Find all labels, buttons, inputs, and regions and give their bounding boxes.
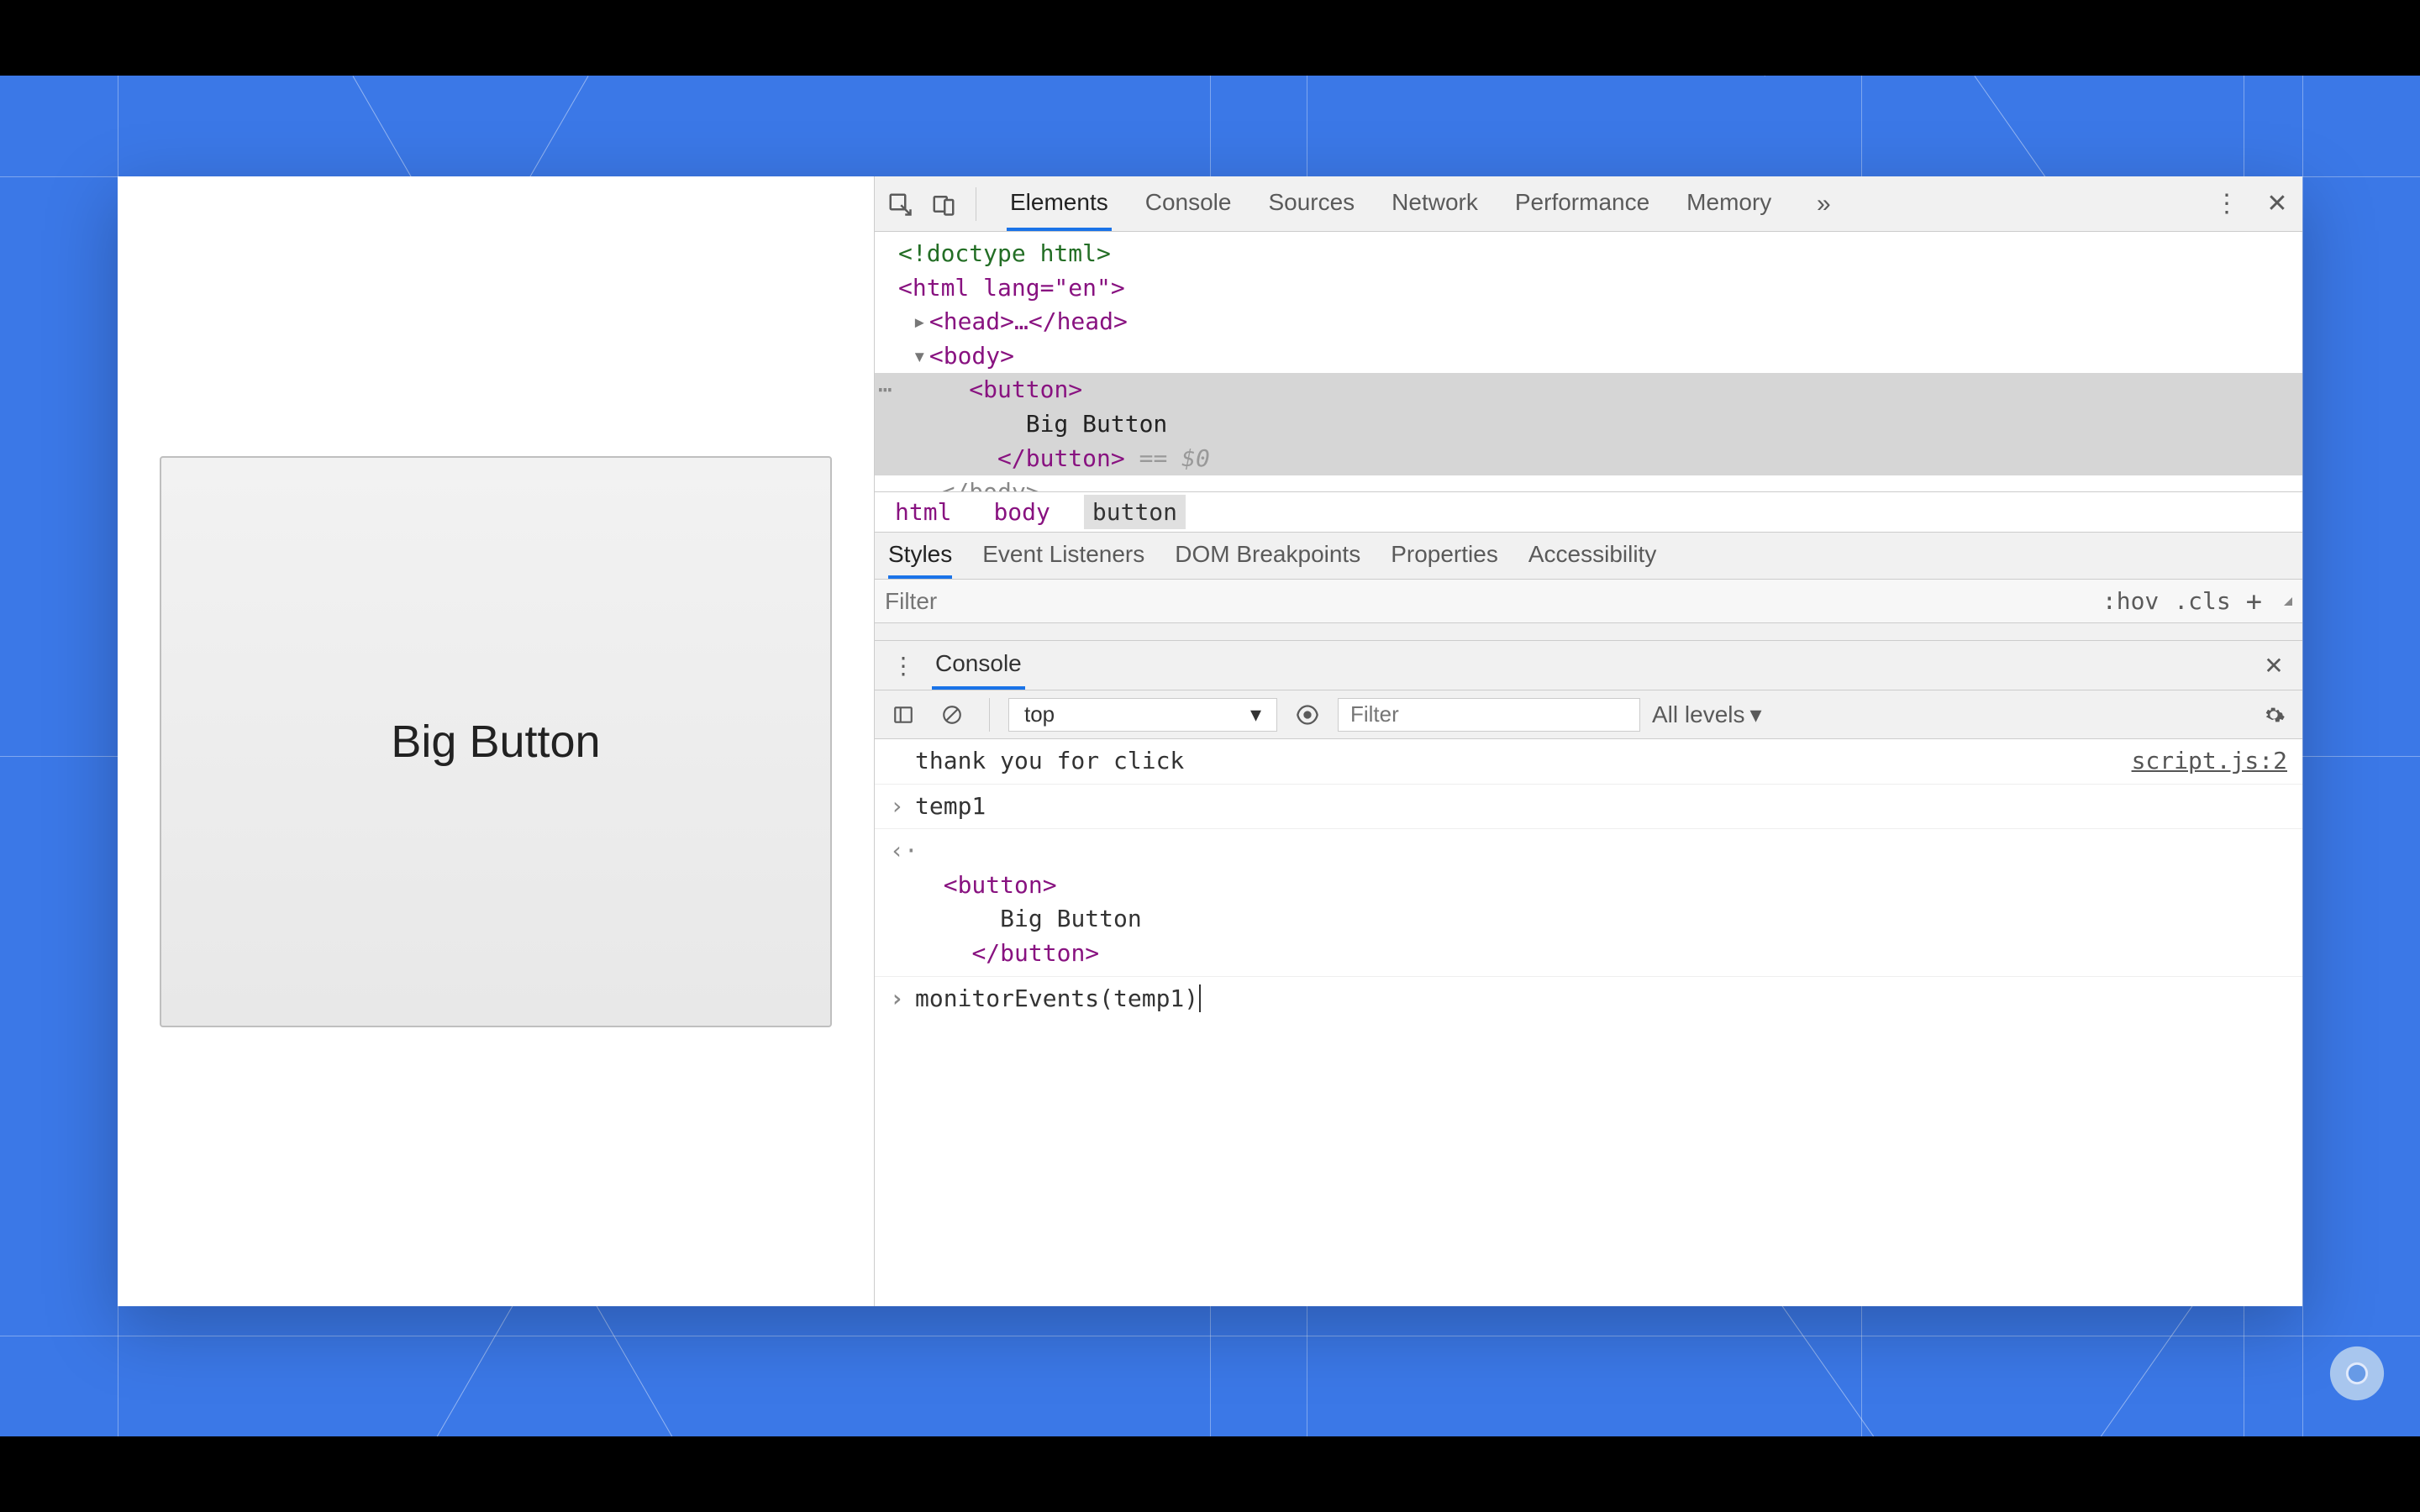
dom-body-open: <body> (929, 342, 1014, 370)
console-input-text: temp1 (915, 790, 2287, 824)
expand-icon[interactable]: ▸ (913, 305, 929, 339)
log-message: thank you for click (915, 744, 2132, 779)
dom-html-open: <html lang="en"> (898, 274, 1125, 302)
prompt-icon: › (890, 982, 915, 1016)
dom-selected-node[interactable]: ⋯ <button> Big Button </button> == $0 (875, 373, 2302, 475)
subtab-event-listeners[interactable]: Event Listeners (982, 533, 1144, 579)
chevron-right-icon: › (890, 790, 915, 824)
close-icon[interactable]: ✕ (2259, 186, 2296, 223)
gear-icon[interactable] (2255, 696, 2292, 733)
context-selector[interactable]: top ▾ (1008, 698, 1277, 732)
more-tabs-icon[interactable]: » (1805, 186, 1842, 223)
tab-console[interactable]: Console (1142, 176, 1235, 231)
console-sidebar-toggle-icon[interactable] (885, 696, 922, 733)
log-levels-selector[interactable]: All levels ▾ (1652, 701, 1762, 728)
tab-memory[interactable]: Memory (1683, 176, 1775, 231)
log-source-link[interactable]: script.js:2 (2132, 744, 2287, 779)
devtools-panel: Elements Console Sources Network Perform… (874, 176, 2302, 1306)
out-button-close: </button> (971, 939, 1099, 967)
browser-devtools-window: Big Button Elements Console Sources Netw… (118, 176, 2302, 1306)
levels-label: All levels (1652, 701, 1744, 728)
big-button-label: Big Button (391, 716, 600, 768)
resize-corner-icon[interactable] (2284, 597, 2292, 606)
close-icon[interactable]: ✕ (2255, 647, 2292, 684)
crumb-html[interactable]: html (886, 495, 960, 529)
dom-tree[interactable]: <!doctype html> <html lang="en"> ▸<head>… (875, 232, 2302, 492)
kebab-menu-icon[interactable]: ⋮ (2208, 186, 2245, 223)
devtools-tabs: Elements Console Sources Network Perform… (1007, 176, 1842, 231)
return-arrow-icon: ‹· (890, 834, 915, 970)
out-button-text: Big Button (1000, 905, 1142, 932)
page-preview-pane: Big Button (118, 176, 874, 1306)
inspect-icon[interactable] (881, 186, 918, 223)
subtab-dom-breakpoints[interactable]: DOM Breakpoints (1175, 533, 1360, 579)
chrome-logo-icon (2328, 1344, 2386, 1403)
kebab-menu-icon[interactable]: ⋮ (885, 647, 922, 684)
devtools-toolbar: Elements Console Sources Network Perform… (875, 176, 2302, 232)
cls-toggle[interactable]: .cls (2174, 587, 2230, 615)
console-drawer-tab[interactable]: Console (932, 641, 1025, 690)
console-input-value: monitorEvents(temp1) (915, 984, 1198, 1012)
styles-tabs: Styles Event Listeners DOM Breakpoints P… (875, 533, 2302, 580)
tab-sources[interactable]: Sources (1265, 176, 1358, 231)
console-output[interactable]: thank you for click script.js:2 › temp1 … (875, 739, 2302, 1306)
text-cursor: ​ (1198, 984, 1201, 1012)
dom-button-open: <button> (969, 375, 1082, 403)
letterbox-top (0, 0, 2420, 76)
dom-button-close: </button> (997, 444, 1125, 472)
console-input-row: › temp1 (875, 785, 2302, 830)
separator (989, 698, 990, 732)
styles-filter-row: :hov .cls + (875, 580, 2302, 623)
hov-toggle[interactable]: :hov (2102, 587, 2159, 615)
console-drawer-header: ⋮ Console ✕ (875, 640, 2302, 690)
tab-performance[interactable]: Performance (1512, 176, 1653, 231)
dom-breadcrumb: html body button (875, 492, 2302, 533)
crumb-button[interactable]: button (1084, 495, 1186, 529)
device-toggle-icon[interactable] (925, 186, 962, 223)
subtab-properties[interactable]: Properties (1391, 533, 1498, 579)
console-prompt-row[interactable]: › monitorEvents(temp1)​ (875, 977, 2302, 1021)
letterbox-bottom (0, 1436, 2420, 1512)
dom-eq0: == $0 (1125, 444, 1210, 472)
dom-doctype: <!doctype html> (898, 239, 1111, 267)
collapse-icon[interactable]: ▾ (913, 339, 929, 374)
clear-console-icon[interactable] (934, 696, 971, 733)
devtools-top-right: ⋮ ✕ (2208, 186, 2296, 223)
chevron-down-icon: ▾ (1250, 701, 1261, 727)
tab-network[interactable]: Network (1388, 176, 1481, 231)
subtab-accessibility[interactable]: Accessibility (1528, 533, 1656, 579)
tab-elements[interactable]: Elements (1007, 176, 1112, 231)
out-button-open: <button> (944, 871, 1057, 899)
big-button[interactable]: Big Button (160, 456, 832, 1027)
console-toolbar: top ▾ All levels ▾ (875, 690, 2302, 739)
subtab-styles[interactable]: Styles (888, 533, 952, 579)
context-value: top (1024, 701, 1055, 727)
ellipsis-icon: ⋯ (878, 373, 892, 407)
live-expression-icon[interactable] (1289, 696, 1326, 733)
dom-body-close: </body> (941, 478, 1040, 492)
slide-background: Big Button Elements Console Sources Netw… (0, 76, 2420, 1436)
styles-filter-input[interactable] (885, 588, 2102, 615)
console-filter-input[interactable] (1338, 698, 1640, 732)
add-rule-icon[interactable]: + (2246, 585, 2262, 617)
console-log-row: thank you for click script.js:2 (875, 739, 2302, 785)
dom-head: <head>…</head> (929, 307, 1128, 335)
dom-button-text: Big Button (1026, 410, 1168, 438)
crumb-body[interactable]: body (985, 495, 1058, 529)
console-return-row: ‹· <button> Big Button </button> (875, 829, 2302, 976)
chevron-down-icon: ▾ (1749, 701, 1761, 728)
